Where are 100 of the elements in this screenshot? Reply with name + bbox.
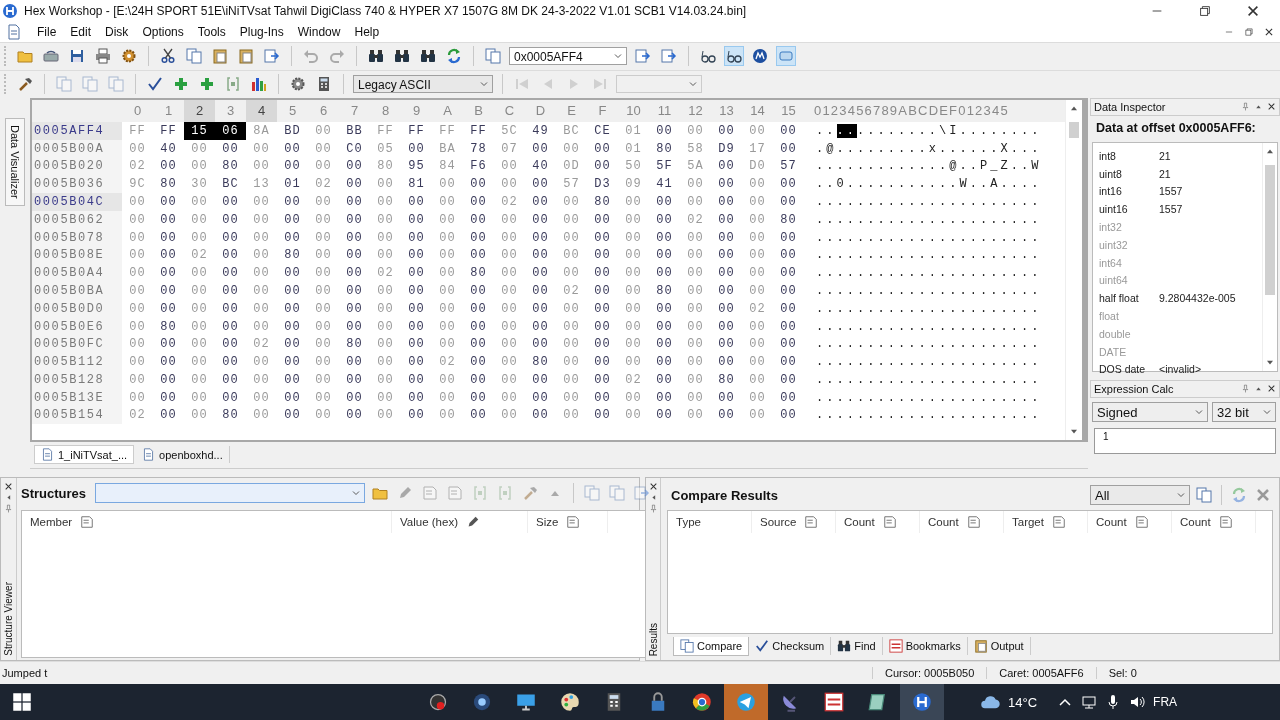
hex-byte[interactable]: 00: [711, 299, 742, 318]
hex-byte[interactable]: 00: [587, 371, 618, 389]
close-icon[interactable]: [1264, 26, 1274, 37]
glasses-icon[interactable]: [724, 46, 744, 67]
copy-icon[interactable]: [106, 74, 126, 95]
document-tab[interactable]: openboxhd...: [136, 446, 230, 464]
hex-byte[interactable]: 00: [339, 353, 370, 371]
hex-byte[interactable]: 00: [153, 299, 184, 318]
hex-byte[interactable]: 00: [215, 139, 246, 158]
copy-icon[interactable]: [184, 46, 204, 67]
hex-byte[interactable]: 00: [773, 121, 804, 140]
hex-byte[interactable]: 00: [215, 335, 246, 354]
width-dropdown[interactable]: 32 bit: [1212, 401, 1276, 422]
restore-icon[interactable]: [1198, 4, 1212, 18]
hex-byte[interactable]: 80: [649, 139, 680, 158]
hex-byte[interactable]: 00: [153, 282, 184, 300]
hex-byte[interactable]: 00: [277, 299, 308, 318]
menu-item[interactable]: Tools: [190, 24, 233, 39]
hex-byte[interactable]: 00: [711, 210, 742, 229]
hex-byte[interactable]: 00: [463, 210, 494, 229]
hex-byte[interactable]: 00: [277, 139, 308, 158]
hex-byte[interactable]: 00: [773, 264, 804, 282]
hex-byte[interactable]: 80: [587, 193, 618, 211]
hex-byte[interactable]: 00: [153, 406, 184, 425]
hex-byte[interactable]: 00: [649, 388, 680, 407]
hex-byte[interactable]: 00: [401, 210, 432, 229]
hex-byte[interactable]: 00: [215, 371, 246, 389]
hex-byte[interactable]: 00: [339, 157, 370, 176]
scroll-thumb[interactable]: [1069, 121, 1079, 138]
weather-text[interactable]: 14°C: [1008, 694, 1038, 710]
hex-byte[interactable]: 00: [649, 371, 680, 389]
hex-byte[interactable]: 00: [649, 210, 680, 229]
hex-byte[interactable]: 00: [153, 264, 184, 282]
copy-icon[interactable]: [80, 74, 100, 95]
hex-byte[interactable]: 00: [525, 335, 556, 354]
hex-byte[interactable]: 00: [277, 317, 308, 336]
column-header[interactable]: Count: [1096, 516, 1127, 529]
menu-item[interactable]: Plug-Ins: [232, 24, 291, 39]
hex-byte[interactable]: 00: [463, 317, 494, 336]
hex-byte[interactable]: 00: [339, 210, 370, 229]
hex-byte[interactable]: 80: [711, 371, 742, 389]
printer-icon[interactable]: [93, 46, 113, 67]
column-header[interactable]: Count: [928, 516, 959, 529]
clipboard-icon[interactable]: [236, 46, 256, 67]
hex-byte[interactable]: 00: [649, 264, 680, 282]
hex-byte[interactable]: 00: [525, 193, 556, 211]
hex-byte[interactable]: 00: [587, 210, 618, 229]
hex-byte[interactable]: C0: [339, 139, 370, 158]
hex-byte[interactable]: 00: [587, 282, 618, 300]
hex-byte[interactable]: 00: [587, 335, 618, 354]
hex-byte[interactable]: 00: [587, 353, 618, 371]
hex-byte[interactable]: 00: [401, 139, 432, 158]
hex-byte[interactable]: 00: [277, 210, 308, 229]
hex-byte[interactable]: 81: [401, 175, 432, 194]
hex-byte[interactable]: 80: [339, 335, 370, 354]
hex-byte[interactable]: 00: [649, 228, 680, 247]
hex-byte[interactable]: 00: [711, 406, 742, 425]
hex-byte[interactable]: 00: [401, 335, 432, 354]
filter-dropdown[interactable]: All: [1090, 485, 1190, 506]
hex-byte[interactable]: F6: [463, 157, 494, 176]
hex-byte[interactable]: 00: [649, 299, 680, 318]
hex-byte[interactable]: 00: [711, 353, 742, 371]
hex-byte[interactable]: 00: [587, 228, 618, 247]
copy-icon[interactable]: [54, 74, 74, 95]
hex-byte[interactable]: 5F: [649, 157, 680, 176]
hex-byte[interactable]: 00: [711, 157, 742, 176]
hex-byte[interactable]: FF: [463, 121, 494, 140]
hex-byte[interactable]: 00: [587, 406, 618, 425]
hex-byte[interactable]: BB: [339, 121, 370, 140]
app-icon[interactable]: [912, 692, 932, 712]
column-header[interactable]: Count: [1180, 516, 1211, 529]
hex-byte[interactable]: 00: [773, 193, 804, 211]
hex-byte[interactable]: 00: [339, 406, 370, 425]
hex-byte[interactable]: 40: [525, 157, 556, 176]
hex-byte[interactable]: 00: [525, 371, 556, 389]
windows-logo-icon[interactable]: [12, 692, 32, 712]
hex-byte[interactable]: 00: [463, 193, 494, 211]
hex-byte[interactable]: 00: [401, 193, 432, 211]
hex-byte[interactable]: 00: [215, 228, 246, 247]
scroll-thumb[interactable]: [1265, 164, 1275, 295]
page-icon[interactable]: [966, 515, 981, 530]
hex-byte[interactable]: 00: [215, 299, 246, 318]
hex-byte[interactable]: 00: [339, 264, 370, 282]
hex-byte[interactable]: 00: [587, 299, 618, 318]
hex-byte[interactable]: 00: [525, 246, 556, 265]
record-icon[interactable]: [428, 692, 448, 712]
hex-byte[interactable]: 00: [153, 335, 184, 354]
hex-byte[interactable]: 00: [711, 246, 742, 265]
hex-byte[interactable]: 78: [463, 139, 494, 158]
hex-byte[interactable]: BD: [277, 121, 308, 140]
hex-byte[interactable]: 00: [773, 353, 804, 371]
pin-icon[interactable]: [1241, 384, 1250, 394]
hex-byte[interactable]: 00: [277, 406, 308, 425]
hex-byte[interactable]: 00: [215, 353, 246, 371]
hex-byte[interactable]: 00: [587, 139, 618, 158]
hex-byte[interactable]: 00: [401, 264, 432, 282]
menu-item[interactable]: File: [30, 24, 64, 39]
hex-byte[interactable]: 00: [649, 335, 680, 354]
close-icon[interactable]: [4, 482, 13, 492]
restore-icon[interactable]: [1244, 26, 1254, 37]
